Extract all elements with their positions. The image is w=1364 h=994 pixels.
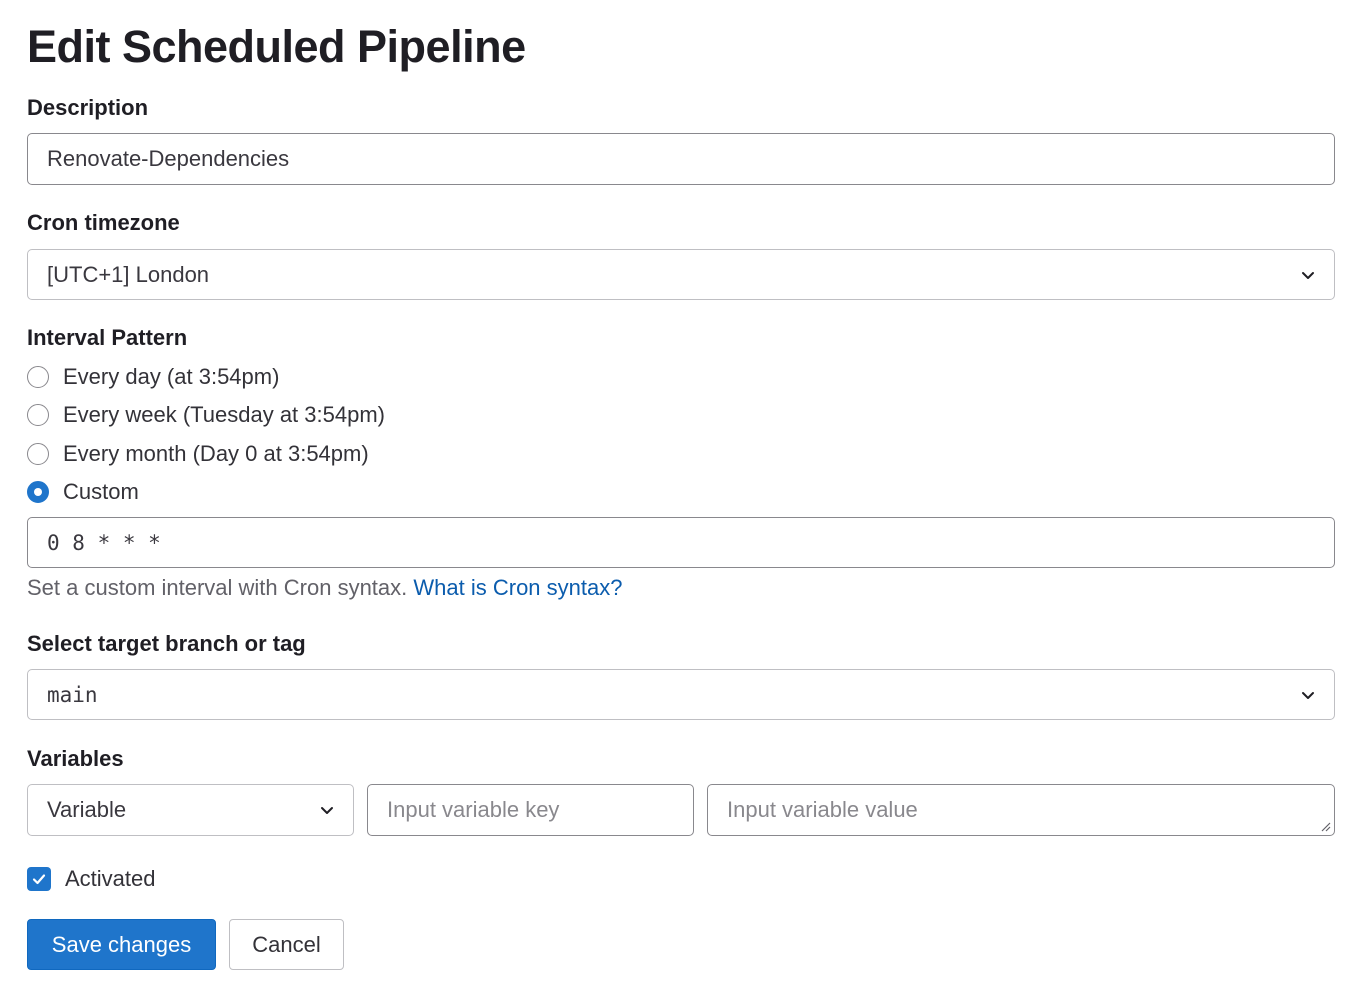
activated-label: Activated bbox=[65, 866, 156, 891]
branch-label: Select target branch or tag bbox=[27, 631, 306, 656]
interval-option-monthly[interactable]: Every month (Day 0 at 3:54pm) bbox=[27, 438, 369, 470]
activated-checkbox[interactable] bbox=[27, 867, 51, 891]
activated-toggle[interactable]: Activated bbox=[27, 866, 156, 892]
cron-value: 0 8 * * * bbox=[47, 530, 161, 555]
branch-value: main bbox=[47, 682, 98, 707]
interval-label: Interval Pattern bbox=[27, 325, 188, 350]
radio-monthly[interactable] bbox=[27, 443, 49, 465]
radio-custom[interactable] bbox=[27, 481, 49, 503]
cron-help-text: Set a custom interval with Cron syntax. bbox=[27, 575, 408, 600]
check-icon bbox=[32, 874, 46, 885]
cron-help-link[interactable]: What is Cron syntax? bbox=[413, 575, 622, 600]
description-label: Description bbox=[27, 95, 149, 120]
description-value: Renovate-Dependencies bbox=[47, 146, 290, 171]
cancel-button[interactable]: Cancel bbox=[229, 919, 344, 970]
save-changes-button[interactable]: Save changes bbox=[27, 919, 216, 970]
chevron-down-icon bbox=[1302, 271, 1314, 279]
variable-key-input[interactable]: Input variable key bbox=[367, 784, 694, 836]
timezone-label: Cron timezone bbox=[27, 210, 180, 235]
resize-handle-icon[interactable] bbox=[1319, 820, 1331, 832]
chevron-down-icon bbox=[1302, 691, 1314, 699]
description-input[interactable]: Renovate-Dependencies bbox=[27, 133, 1335, 185]
radio-weekly-label: Every week (Tuesday at 3:54pm) bbox=[63, 402, 385, 427]
variables-label: Variables bbox=[27, 746, 124, 771]
timezone-select[interactable]: [UTC+1] London bbox=[27, 249, 1335, 300]
cron-help: Set a custom interval with Cron syntax. … bbox=[27, 575, 622, 601]
variable-type-value: Variable bbox=[47, 797, 127, 822]
radio-daily-label: Every day (at 3:54pm) bbox=[63, 364, 280, 389]
interval-option-custom[interactable]: Custom bbox=[27, 476, 139, 508]
page-title: Edit Scheduled Pipeline bbox=[27, 21, 526, 72]
radio-monthly-label: Every month (Day 0 at 3:54pm) bbox=[63, 441, 369, 466]
variable-value-placeholder: Input variable value bbox=[727, 797, 918, 822]
variable-type-select[interactable]: Variable bbox=[27, 784, 354, 836]
interval-option-daily[interactable]: Every day (at 3:54pm) bbox=[27, 361, 279, 393]
radio-daily[interactable] bbox=[27, 366, 49, 388]
branch-select[interactable]: main bbox=[27, 669, 1335, 720]
chevron-down-icon bbox=[321, 807, 333, 814]
cron-input[interactable]: 0 8 * * * bbox=[27, 517, 1335, 568]
radio-custom-label: Custom bbox=[63, 479, 139, 504]
variable-value-textarea[interactable]: Input variable value bbox=[707, 784, 1335, 836]
radio-weekly[interactable] bbox=[27, 404, 49, 426]
interval-option-weekly[interactable]: Every week (Tuesday at 3:54pm) bbox=[27, 399, 385, 431]
variable-key-placeholder: Input variable key bbox=[387, 797, 560, 822]
timezone-value: [UTC+1] London bbox=[47, 261, 210, 287]
